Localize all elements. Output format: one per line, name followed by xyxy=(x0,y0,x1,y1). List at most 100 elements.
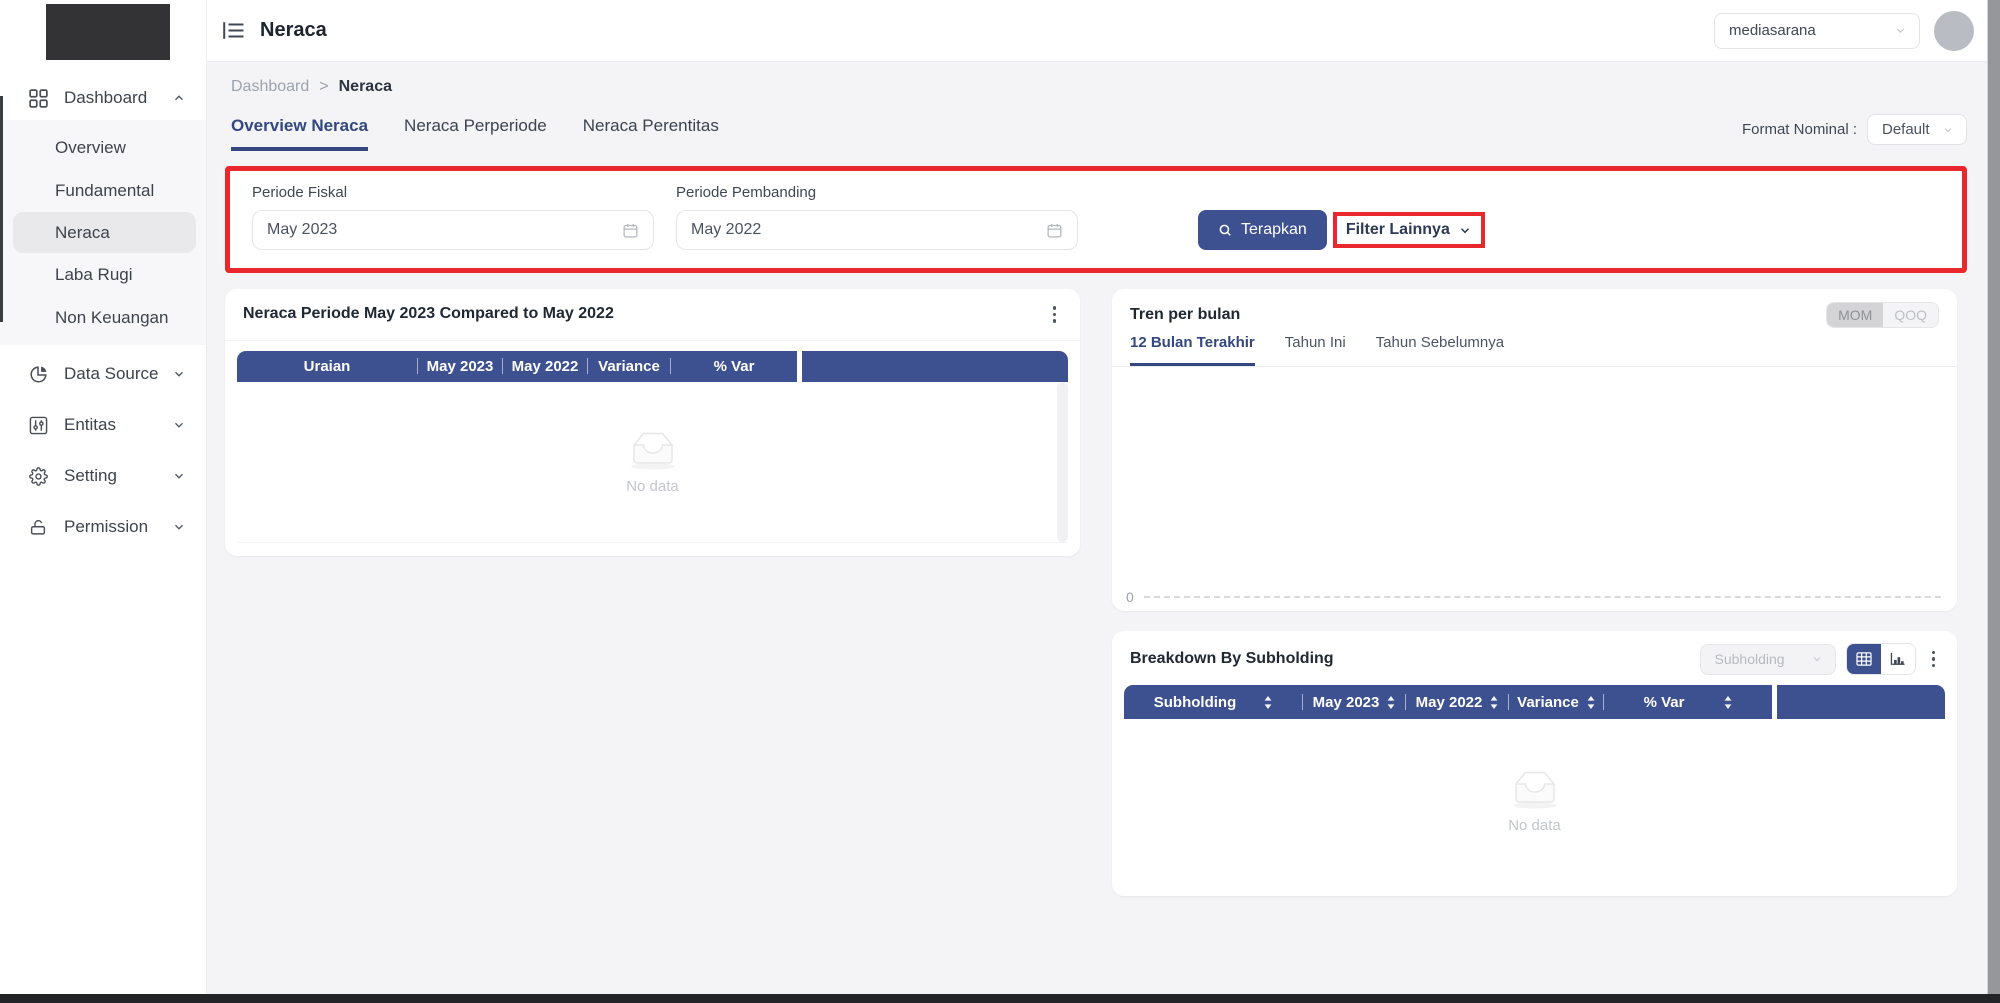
no-data-label: No data xyxy=(626,478,679,495)
sidebar-item-label: Dashboard xyxy=(64,88,172,108)
breadcrumb-dashboard[interactable]: Dashboard xyxy=(231,78,309,96)
page-scrollbar[interactable] xyxy=(1987,0,2000,1003)
sidebar: Dashboard Overview Fundamental Neraca La… xyxy=(0,0,207,1003)
column-header-uraian[interactable]: Uraian xyxy=(237,351,417,382)
chevron-down-icon xyxy=(1458,223,1472,237)
column-label: May 2022 xyxy=(1416,694,1483,711)
breakdown-table-header: Subholding May 2023 May xyxy=(1124,685,1945,719)
sidebar-item-overview[interactable]: Overview xyxy=(0,126,206,169)
chevron-down-icon xyxy=(172,367,186,381)
sliders-icon xyxy=(28,415,48,435)
column-header-may-2022[interactable]: May 2022 xyxy=(503,351,587,382)
column-header-subholding[interactable]: Subholding xyxy=(1124,685,1302,719)
tab-tahun-ini[interactable]: Tahun Ini xyxy=(1285,334,1346,366)
chart-view-icon[interactable] xyxy=(1881,644,1915,674)
app-root: Dashboard Overview Fundamental Neraca La… xyxy=(0,0,2000,1003)
breadcrumb-separator: > xyxy=(319,78,328,96)
breakdown-controls: Subholding xyxy=(1700,643,1942,675)
view-toggle xyxy=(1846,643,1916,675)
lock-icon xyxy=(28,517,48,537)
chevron-down-icon xyxy=(172,520,186,534)
more-filters-label: Filter Lainnya xyxy=(1346,221,1450,239)
sidebar-item-label: Overview xyxy=(55,138,126,158)
calendar-icon xyxy=(1046,222,1063,239)
sidebar-item-non-keuangan[interactable]: Non Keuangan xyxy=(0,296,206,339)
subholding-select[interactable]: Subholding xyxy=(1700,644,1836,675)
column-header-pct-var[interactable]: % Var xyxy=(1604,685,1772,719)
sidebar-item-setting[interactable]: Setting xyxy=(0,454,206,498)
periode-pembanding-value: May 2022 xyxy=(691,221,761,239)
column-header-variance[interactable]: Variance xyxy=(1509,685,1603,719)
tab-overview-neraca[interactable]: Overview Neraca xyxy=(231,116,368,151)
kebab-menu-icon[interactable] xyxy=(1926,647,1942,672)
card-trend-header: Tren per bulan MOM QOQ xyxy=(1112,289,1957,334)
table-scrollbar[interactable] xyxy=(1057,382,1068,542)
sort-icon xyxy=(1724,696,1732,709)
sidebar-nav: Dashboard Overview Fundamental Neraca La… xyxy=(0,60,206,549)
more-filters-button[interactable]: Filter Lainnya xyxy=(1333,212,1485,248)
sidebar-item-dashboard[interactable]: Dashboard xyxy=(0,76,206,120)
periode-fiskal-label: Periode Fiskal xyxy=(252,184,654,201)
topbar-right: mediasarana xyxy=(1714,11,1974,51)
pie-chart-icon xyxy=(28,364,48,384)
column-header-pct-var[interactable]: % Var xyxy=(671,351,797,382)
tab-neraca-perentitas[interactable]: Neraca Perentitas xyxy=(583,116,719,151)
tab-12-bulan-terakhir[interactable]: 12 Bulan Terakhir xyxy=(1130,334,1255,366)
sidebar-item-data-source[interactable]: Data Source xyxy=(0,352,206,396)
page-title: Neraca xyxy=(260,19,327,42)
empty-box-icon xyxy=(621,429,685,470)
breadcrumb-current: Neraca xyxy=(339,78,392,96)
chevron-down-icon xyxy=(172,469,186,483)
chevron-down-icon xyxy=(1894,24,1907,37)
tenant-select[interactable]: mediasarana xyxy=(1714,13,1920,49)
empty-box-icon xyxy=(1503,768,1567,809)
collapse-menu-icon[interactable] xyxy=(223,21,247,41)
apply-button-label: Terapkan xyxy=(1241,221,1307,239)
trend-chart-area: 0 xyxy=(1112,367,1957,611)
tab-neraca-perperiode[interactable]: Neraca Perperiode xyxy=(404,116,547,151)
user-avatar[interactable] xyxy=(1934,11,1974,51)
calendar-icon xyxy=(622,222,639,239)
company-logo xyxy=(46,4,170,60)
topbar: Neraca mediasarana xyxy=(207,0,2000,62)
sidebar-item-laba-rugi[interactable]: Laba Rugi xyxy=(0,253,206,296)
kebab-menu-icon[interactable] xyxy=(1047,302,1063,327)
column-header-may-2023[interactable]: May 2023 xyxy=(418,351,502,382)
sidebar-item-entitas[interactable]: Entitas xyxy=(0,403,206,447)
gear-icon xyxy=(28,466,48,486)
column-header-may-2022[interactable]: May 2022 xyxy=(1406,685,1508,719)
sort-icon xyxy=(1587,696,1595,709)
sidebar-item-label: Setting xyxy=(64,466,172,486)
column-header-may-2023[interactable]: May 2023 xyxy=(1303,685,1405,719)
card-breakdown-header: Breakdown By Subholding Subholding xyxy=(1112,631,1957,685)
card-breakdown-subholding: Breakdown By Subholding Subholding xyxy=(1112,631,1957,896)
format-nominal-select[interactable]: Default xyxy=(1867,114,1967,145)
column-label: Subholding xyxy=(1154,694,1236,711)
sidebar-item-permission[interactable]: Permission xyxy=(0,505,206,549)
sidebar-item-fundamental[interactable]: Fundamental xyxy=(0,169,206,212)
breakdown-empty-state: No data xyxy=(1124,719,1945,882)
sidebar-scrollbar[interactable] xyxy=(0,96,3,322)
format-nominal: Format Nominal : Default xyxy=(1742,114,1967,151)
apply-button[interactable]: Terapkan xyxy=(1198,210,1327,250)
tab-tahun-sebelumnya[interactable]: Tahun Sebelumnya xyxy=(1376,334,1504,366)
column-header-empty xyxy=(802,351,1068,382)
column-label: % Var xyxy=(1644,694,1685,711)
sort-icon xyxy=(1387,696,1395,709)
periode-pembanding-input[interactable]: May 2022 xyxy=(676,210,1078,250)
sidebar-item-label: Non Keuangan xyxy=(55,308,168,328)
periode-fiskal-input[interactable]: May 2023 xyxy=(252,210,654,250)
format-nominal-value: Default xyxy=(1882,121,1930,138)
periode-fiskal-field: Periode Fiskal May 2023 xyxy=(252,184,654,250)
sidebar-item-neraca[interactable]: Neraca xyxy=(13,212,196,253)
toggle-qoq[interactable]: QOQ xyxy=(1883,303,1938,327)
mom-qoq-toggle: MOM QOQ xyxy=(1826,302,1939,328)
neraca-empty-state: No data xyxy=(237,382,1068,544)
column-header-variance[interactable]: Variance xyxy=(588,351,670,382)
filter-actions: Terapkan Filter Lainnya xyxy=(1198,210,1485,250)
chevron-down-icon xyxy=(1942,124,1954,136)
content: Dashboard > Neraca Overview Neraca Nerac… xyxy=(207,62,2000,1003)
toggle-mom[interactable]: MOM xyxy=(1827,303,1883,327)
format-nominal-label: Format Nominal : xyxy=(1742,121,1857,138)
table-view-icon[interactable] xyxy=(1847,644,1881,674)
